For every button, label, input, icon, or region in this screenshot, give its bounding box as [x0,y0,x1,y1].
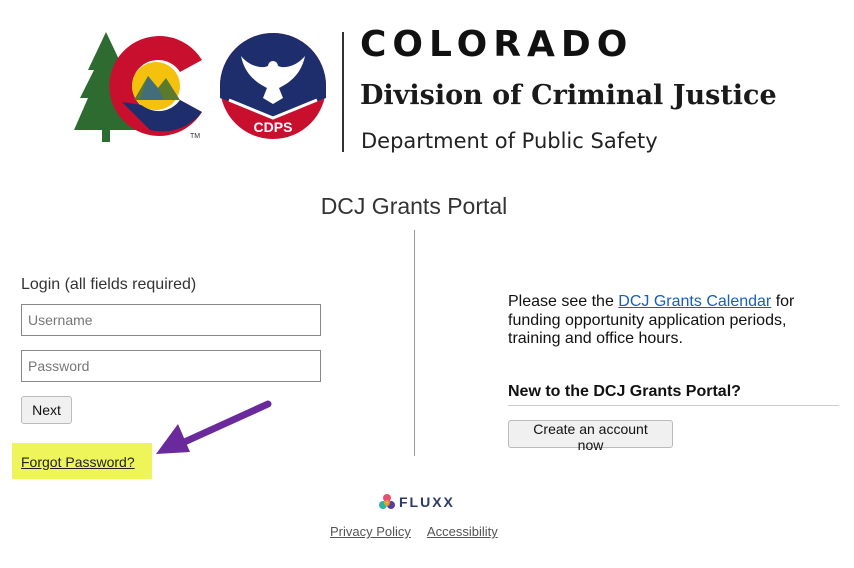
username-input[interactable] [21,304,321,336]
calendar-info: Please see the DCJ Grants Calendar for f… [508,293,828,349]
brand-division: Division of Criminal Justice [360,80,777,111]
cdps-eagle-logo-icon: CDPS [220,33,326,139]
footer-links: Privacy Policy Accessibility [330,524,498,539]
column-divider [414,230,415,456]
page-title: DCJ Grants Portal [320,193,508,219]
header-divider [342,32,344,152]
privacy-policy-link[interactable]: Privacy Policy [330,524,411,539]
colorado-logo-icon: TM [74,32,202,142]
grants-calendar-link[interactable]: DCJ Grants Calendar [618,293,771,310]
next-button[interactable]: Next [21,396,72,424]
create-account-button[interactable]: Create an account now [508,420,673,453]
login-label: Login (all fields required) [21,276,197,293]
svg-text:CDPS: CDPS [254,119,293,135]
brand-title: COLORADO [360,24,634,65]
site-header: TM CDPS COLORADO Division of Criminal Ju… [0,0,854,175]
password-input[interactable] [21,350,321,382]
signup-heading: New to the DCJ Grants Portal? [508,383,741,400]
fluxx-logo-icon [379,494,395,509]
accessibility-link[interactable]: Accessibility [427,524,498,539]
signup-divider [508,405,839,406]
fluxx-label: FLUXX [399,494,455,510]
svg-text:TM: TM [190,133,200,140]
fluxx-brand: FLUXX [379,491,455,513]
brand-department: Department of Public Safety [361,129,658,153]
forgot-password-link[interactable]: Forgot Password? [21,454,135,470]
annotation-arrow-icon [156,400,272,454]
info-prefix: Please see the [508,293,619,310]
